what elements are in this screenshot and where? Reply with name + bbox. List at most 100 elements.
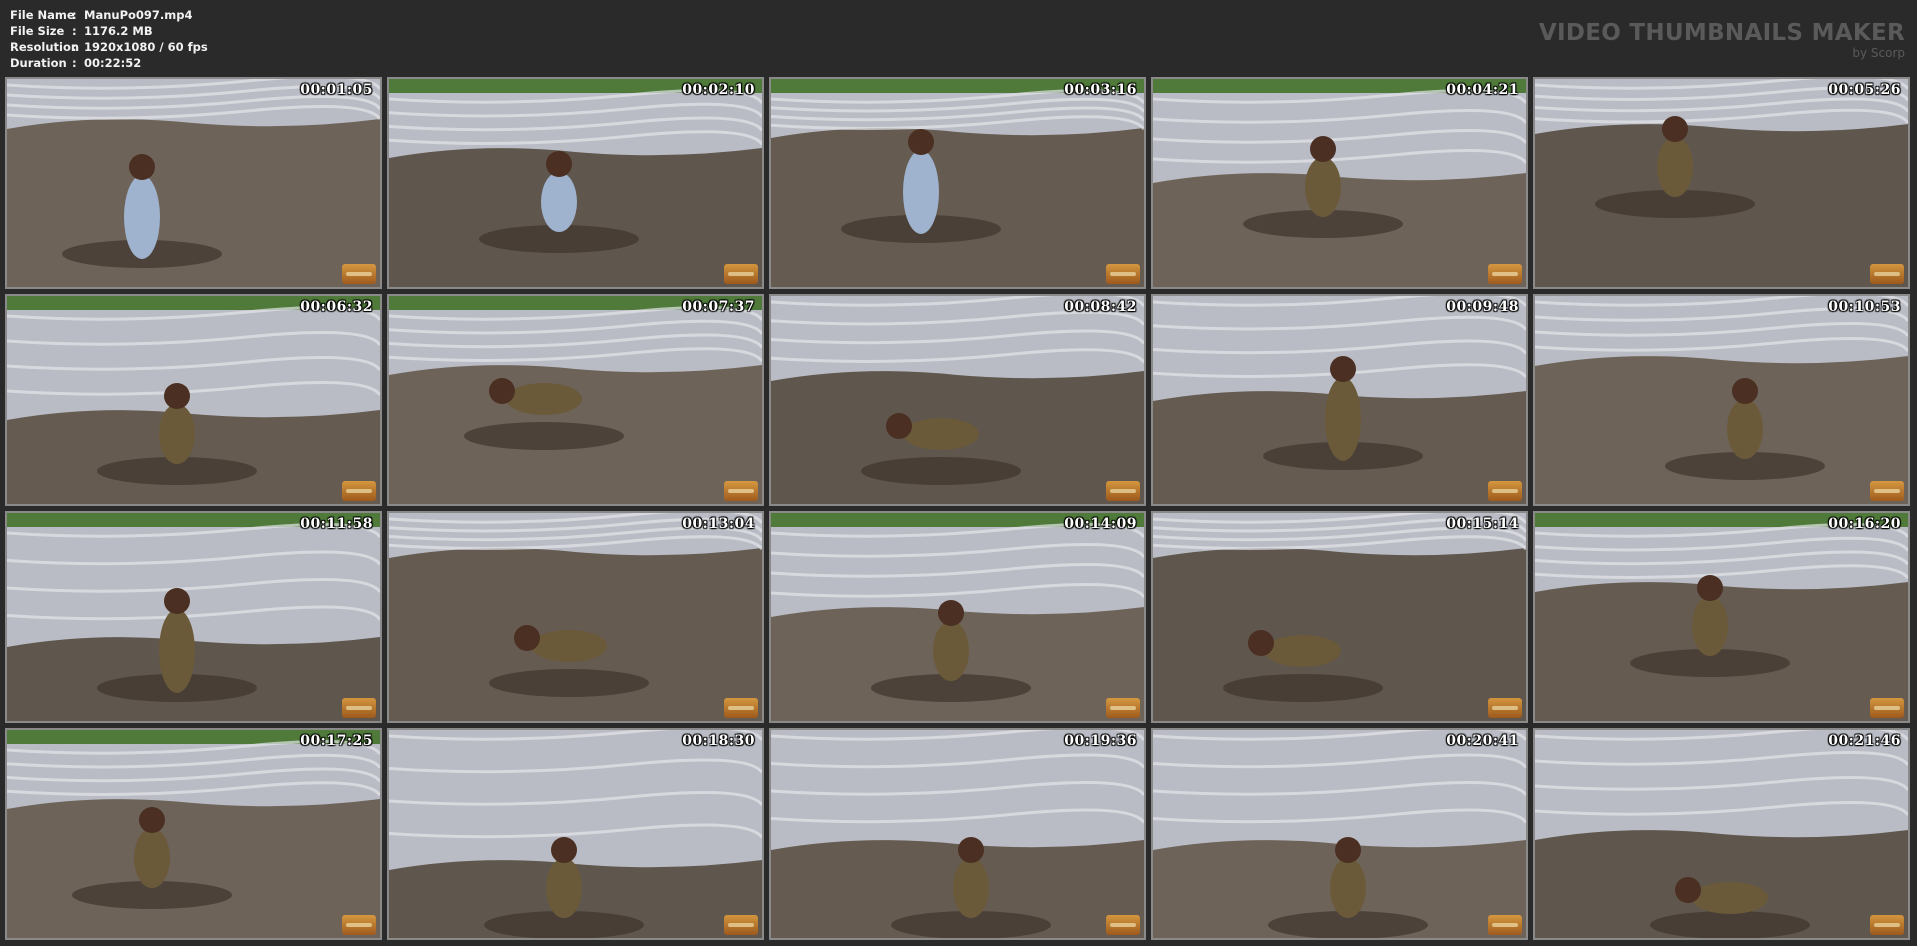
header: File Name : ManuPo097.mp4 File Size : 11… [0,0,1917,74]
duration-row: Duration : 00:22:52 [10,55,208,71]
thumbnail-tile[interactable]: 00:04:21 [1151,77,1528,289]
person-figure [546,837,582,918]
studio-logo-watermark [342,915,376,935]
thumbnail-tile[interactable]: 00:19:36 [769,728,1146,940]
studio-logo-watermark [1106,698,1140,718]
studio-logo-watermark [1106,915,1140,935]
file-size-row: File Size : 1176.2 MB [10,23,208,39]
file-size-value: 1176.2 MB [84,24,153,38]
thumbnail-frame-image [771,513,1144,721]
studio-logo-watermark [724,698,758,718]
thumbnail-frame-image [389,296,762,504]
studio-logo-watermark [342,698,376,718]
resolution-separator: : [72,40,77,54]
thumbnail-tile[interactable]: 00:09:48 [1151,294,1528,506]
studio-logo-watermark [1488,264,1522,284]
thumbnail-tile[interactable]: 00:17:25 [5,728,382,940]
thumbnail-frame-image [1153,730,1526,938]
thumbnail-tile[interactable]: 00:08:42 [769,294,1146,506]
thumbnail-frame-image [771,296,1144,504]
thumbnail-tile[interactable]: 00:11:58 [5,511,382,723]
thumbnail-timestamp: 00:21:46 [1828,733,1901,749]
thumbnail-timestamp: 00:10:53 [1828,299,1901,315]
thumbnail-timestamp: 00:08:42 [1064,299,1137,315]
thumbnail-frame-image [1535,513,1908,721]
thumbnail-tile[interactable]: 00:06:32 [5,294,382,506]
thumbnail-tile[interactable]: 00:14:09 [769,511,1146,723]
studio-logo-watermark [724,264,758,284]
resolution-row: Resolution : 1920x1080 / 60 fps [10,39,208,55]
thumbnail-timestamp: 00:14:09 [1064,516,1137,532]
thumbnail-tile[interactable]: 00:05:26 [1533,77,1910,289]
thumbnail-timestamp: 00:05:26 [1828,82,1901,98]
thumbnail-frame-image [7,730,380,938]
thumbnail-frame-image [1153,513,1526,721]
studio-logo-watermark [1870,915,1904,935]
thumbnail-tile[interactable]: 00:01:05 [5,77,382,289]
brand-title: VIDEO THUMBNAILS MAKER [1538,20,1905,46]
thumbnail-timestamp: 00:17:25 [300,733,373,749]
mud-patch [1650,911,1810,938]
thumbnail-tile[interactable]: 00:07:37 [387,294,764,506]
thumbnail-frame-image [1535,79,1908,287]
mud-patch [489,669,649,697]
person-figure [933,600,969,681]
studio-logo-watermark [1488,481,1522,501]
thumbnail-tile[interactable]: 00:18:30 [387,728,764,940]
thumbnail-tile[interactable]: 00:21:46 [1533,728,1910,940]
studio-logo-watermark [1488,698,1522,718]
thumbnail-timestamp: 00:15:14 [1446,516,1519,532]
duration-separator: : [72,56,77,70]
thumbnail-frame-image [1535,730,1908,938]
person-figure [903,129,939,234]
thumbnail-tile[interactable]: 00:03:16 [769,77,1146,289]
thumbnail-tile[interactable]: 00:02:10 [387,77,764,289]
person-figure [541,151,577,232]
duration-value: 00:22:52 [84,56,142,70]
mud-patch [861,457,1021,485]
person-figure [953,837,989,918]
thumbnail-grid: 00:01:05 00:02:10 00:03:16 00:04:21 00:05:26… [5,77,1910,940]
thumbnail-timestamp: 00:19:36 [1064,733,1137,749]
thumbnail-frame-image [1535,296,1908,504]
thumbnail-tile[interactable]: 00:15:14 [1151,511,1528,723]
thumbnail-timestamp: 00:16:20 [1828,516,1901,532]
thumbnail-frame-image [7,296,380,504]
file-name-label: File Name [10,8,75,22]
person-figure [1325,356,1361,461]
person-figure [159,383,195,464]
thumbnail-timestamp: 00:11:58 [300,516,373,532]
thumbnail-timestamp: 00:06:32 [300,299,373,315]
person-figure [134,807,170,888]
studio-logo-watermark [342,481,376,501]
thumbnail-timestamp: 00:13:04 [682,516,755,532]
studio-logo-watermark [1870,481,1904,501]
thumbnail-timestamp: 00:07:37 [682,299,755,315]
thumbnail-tile[interactable]: 00:16:20 [1533,511,1910,723]
studio-logo-watermark [1106,481,1140,501]
thumbnail-frame-image [389,730,762,938]
thumbnail-tile[interactable]: 00:10:53 [1533,294,1910,506]
thumbnail-frame-image [7,513,380,721]
person-figure [1330,837,1366,918]
file-size-label: File Size [10,24,65,38]
thumbnail-frame-image [1153,296,1526,504]
file-info: File Name : ManuPo097.mp4 File Size : 11… [10,7,208,71]
file-size-separator: : [72,24,77,38]
studio-logo-watermark [1870,698,1904,718]
thumbnail-tile[interactable]: 00:13:04 [387,511,764,723]
resolution-label: Resolution [10,40,80,54]
thumbnail-frame-image [771,79,1144,287]
file-name-value: ManuPo097.mp4 [84,8,193,22]
resolution-value: 1920x1080 / 60 fps [84,40,208,54]
brand-watermark: VIDEO THUMBNAILS MAKER by Scorp [1539,20,1905,60]
thumbnail-frame-image [389,513,762,721]
studio-logo-watermark [1488,915,1522,935]
person-figure [124,154,160,259]
thumbnail-timestamp: 00:02:10 [682,82,755,98]
person-figure [1692,575,1728,656]
thumbnail-timestamp: 00:01:05 [300,82,373,98]
person-figure [1305,136,1341,217]
thumbnail-tile[interactable]: 00:20:41 [1151,728,1528,940]
person-figure [159,588,195,693]
